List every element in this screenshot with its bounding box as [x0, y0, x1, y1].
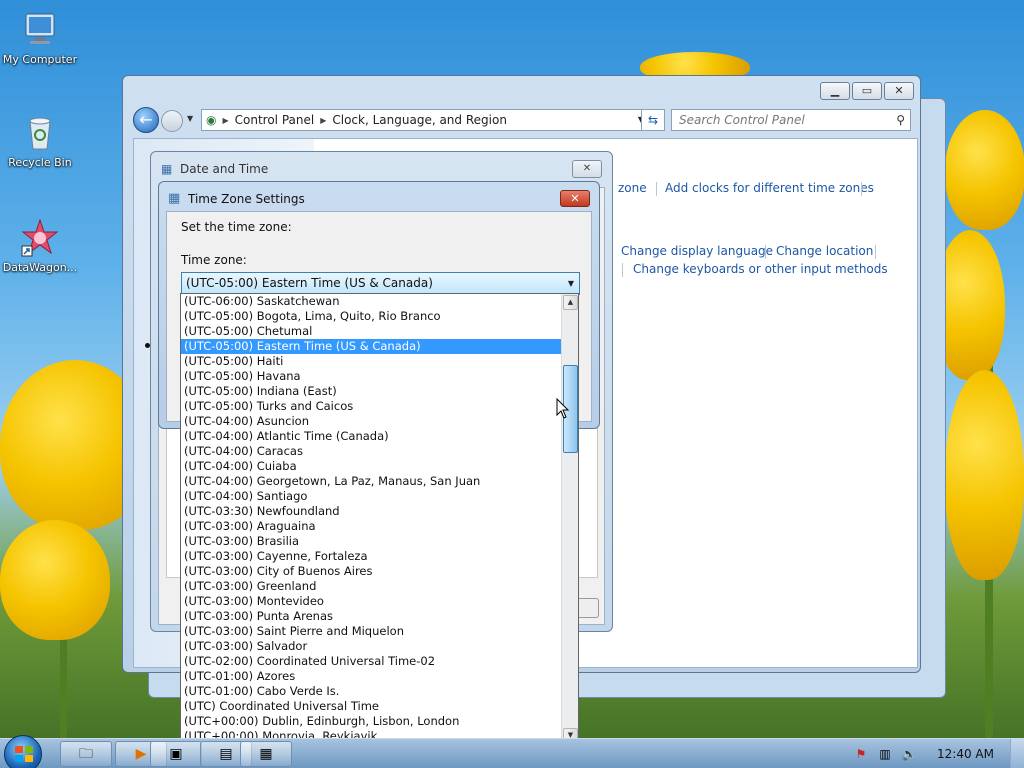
time-zone-option[interactable]: (UTC-04:00) Asuncion	[181, 414, 562, 429]
scroll-up-button[interactable]: ▲	[563, 295, 578, 310]
chevron-down-icon[interactable]: ▼	[568, 273, 574, 294]
time-zone-option[interactable]: (UTC-05:00) Indiana (East)	[181, 384, 562, 399]
recycle-bin-icon	[20, 113, 60, 153]
close-button[interactable]: ✕	[572, 160, 602, 178]
time-zone-option[interactable]: (UTC-03:00) Brasilia	[181, 534, 562, 549]
dialog-title: Time Zone Settings	[188, 192, 305, 206]
taskbar-explorer-button[interactable]: 🗀	[60, 741, 112, 767]
desktop-icon-label: My Computer	[2, 53, 78, 66]
time-zone-option[interactable]: (UTC-03:30) Newfoundland	[181, 504, 562, 519]
link-change-display-language[interactable]: Change display language	[621, 244, 773, 258]
desktop-icon-datawagon[interactable]: DataWagon...	[0, 218, 80, 274]
time-zone-dropdown-list[interactable]: (UTC-06:00) Saskatchewan (UTC-05:00) Bogo…	[180, 293, 579, 745]
app-icon: ▤	[219, 746, 233, 762]
link-change-keyboards[interactable]: Change keyboards or other input methods	[633, 262, 888, 276]
calendar-icon: ▦	[259, 746, 273, 762]
set-time-zone-label: Set the time zone:	[181, 220, 292, 234]
time-zone-option[interactable]: (UTC-01:00) Azores	[181, 669, 562, 684]
taskbar: 🗀 ▶ ▣ ▤ ▦ ⚑ ▥ 🔈 12:40 AM	[0, 735, 1024, 768]
time-zone-option[interactable]: (UTC-01:00) Cabo Verde Is.	[181, 684, 562, 699]
show-desktop-button[interactable]	[1010, 739, 1024, 768]
datawagon-shortcut-icon	[20, 218, 60, 258]
bullet	[145, 343, 150, 348]
time-zone-selected-value: (UTC-05:00) Eastern Time (US & Canada)	[186, 276, 433, 290]
minimize-button[interactable]: ▁	[820, 82, 850, 100]
recent-pages-dropdown[interactable]: ▼	[187, 114, 193, 123]
link-add-clocks[interactable]: Add clocks for different time zones	[665, 181, 874, 195]
address-bar[interactable]: ◉ ▶ Control Panel ▶ Clock, Language, and…	[201, 109, 649, 131]
breadcrumb-arrow-icon: ▶	[320, 115, 327, 125]
system-tray: ⚑ ▥ 🔈 12:40 AM	[853, 739, 1024, 768]
time-zone-option[interactable]: (UTC-04:00) Santiago	[181, 489, 562, 504]
time-zone-option[interactable]: (UTC-03:00) Punta Arenas	[181, 609, 562, 624]
time-zone-option[interactable]: (UTC-05:00) Turks and Caicos	[181, 399, 562, 414]
windows-logo-icon	[15, 746, 33, 762]
time-zone-option[interactable]: (UTC-05:00) Bogota, Lima, Quito, Rio Bra…	[181, 309, 562, 324]
control-panel-icon: ▣	[169, 746, 183, 762]
time-zone-option[interactable]: (UTC-05:00) Havana	[181, 369, 562, 384]
search-control-panel-input[interactable]: Search Control Panel ⚲	[671, 109, 911, 131]
back-button[interactable]: ←	[133, 107, 159, 133]
time-zone-option[interactable]: (UTC-04:00) Cuiaba	[181, 459, 562, 474]
desktop-icon-my-computer[interactable]: My Computer	[0, 10, 80, 66]
time-zone-option[interactable]: (UTC-03:00) Araguaina	[181, 519, 562, 534]
time-zone-option[interactable]: (UTC+00:00) Dublin, Edinburgh, Lisbon, L…	[181, 714, 562, 729]
time-zone-select[interactable]: (UTC-05:00) Eastern Time (US & Canada) ▼	[181, 272, 580, 295]
breadcrumb-clock-language-region[interactable]: Clock, Language, and Region	[332, 113, 507, 127]
breadcrumb-control-panel[interactable]: Control Panel	[235, 113, 315, 127]
forward-button[interactable]	[161, 110, 183, 132]
search-icon[interactable]: ⚲	[896, 110, 905, 130]
close-button[interactable]: ✕	[884, 82, 914, 100]
time-zone-option[interactable]: (UTC-03:00) Saint Pierre and Miquelon	[181, 624, 562, 639]
time-zone-option[interactable]: (UTC-03:00) Greenland	[181, 579, 562, 594]
search-placeholder: Search Control Panel	[679, 113, 805, 127]
media-player-icon: ▶	[135, 746, 147, 762]
dropdown-scrollbar[interactable]: ▲ ▼	[561, 294, 578, 744]
window-caption-buttons: ▁ ▭ ✕	[820, 82, 914, 100]
time-zone-option[interactable]: (UTC-06:00) Saskatchewan	[181, 294, 562, 309]
maximize-button[interactable]: ▭	[852, 82, 882, 100]
network-icon[interactable]: ▥	[877, 746, 893, 762]
mouse-cursor	[556, 397, 570, 423]
computer-icon	[20, 10, 60, 50]
control-panel-icon: ◉	[206, 113, 217, 127]
action-center-flag-icon[interactable]: ⚑	[853, 746, 869, 762]
time-zone-option[interactable]: (UTC-03:00) Salvador	[181, 639, 562, 654]
time-zone-option[interactable]: (UTC-03:00) Cayenne, Fortaleza	[181, 549, 562, 564]
taskbar-clock[interactable]: 12:40 AM	[937, 747, 994, 761]
time-zone-label: Time zone:	[181, 253, 247, 267]
time-zone-option[interactable]: (UTC-04:00) Georgetown, La Paz, Manaus, …	[181, 474, 562, 489]
folder-icon: 🗀	[79, 746, 93, 762]
time-zone-option[interactable]: (UTC-04:00) Atlantic Time (Canada)	[181, 429, 562, 444]
time-zone-option[interactable]: (UTC-02:00) Coordinated Universal Time-0…	[181, 654, 562, 669]
time-zone-option[interactable]: (UTC) Coordinated Universal Time	[181, 699, 562, 714]
address-toolbar: ← ▼ ◉ ▶ Control Panel ▶ Clock, Language,…	[131, 106, 916, 134]
dialog-title: Date and Time	[180, 162, 269, 176]
time-zone-option-selected[interactable]: (UTC-05:00) Eastern Time (US & Canada)	[181, 339, 562, 354]
breadcrumb-arrow-icon: ▶	[222, 115, 229, 125]
desktop-icon-label: Recycle Bin	[8, 156, 72, 169]
link-change-location[interactable]: Change location	[776, 244, 873, 258]
time-zone-option[interactable]: (UTC-03:00) Montevideo	[181, 594, 562, 609]
time-zone-option[interactable]: (UTC-05:00) Chetumal	[181, 324, 562, 339]
desktop-icon-label: DataWagon...	[2, 261, 78, 274]
desktop-icon-recycle-bin[interactable]: Recycle Bin	[0, 113, 80, 169]
time-zone-options: (UTC-06:00) Saskatchewan (UTC-05:00) Bogo…	[181, 294, 578, 744]
start-button[interactable]	[4, 735, 42, 768]
taskbar-control-panel-button[interactable]: ▣	[150, 741, 202, 767]
time-zone-option[interactable]: (UTC-04:00) Caracas	[181, 444, 562, 459]
close-button[interactable]: ✕	[560, 190, 590, 207]
time-zone-option[interactable]: (UTC-05:00) Haiti	[181, 354, 562, 369]
date-time-icon: ▦	[161, 162, 173, 176]
volume-icon[interactable]: 🔈	[901, 746, 917, 762]
link-time-zone-tail[interactable]: zone	[618, 181, 647, 195]
time-zone-option[interactable]: (UTC-03:00) City of Buenos Aires	[181, 564, 562, 579]
refresh-button[interactable]: ⇆	[641, 109, 665, 131]
time-zone-icon: ▦	[168, 191, 181, 206]
taskbar-date-time-button[interactable]: ▦	[240, 741, 292, 767]
